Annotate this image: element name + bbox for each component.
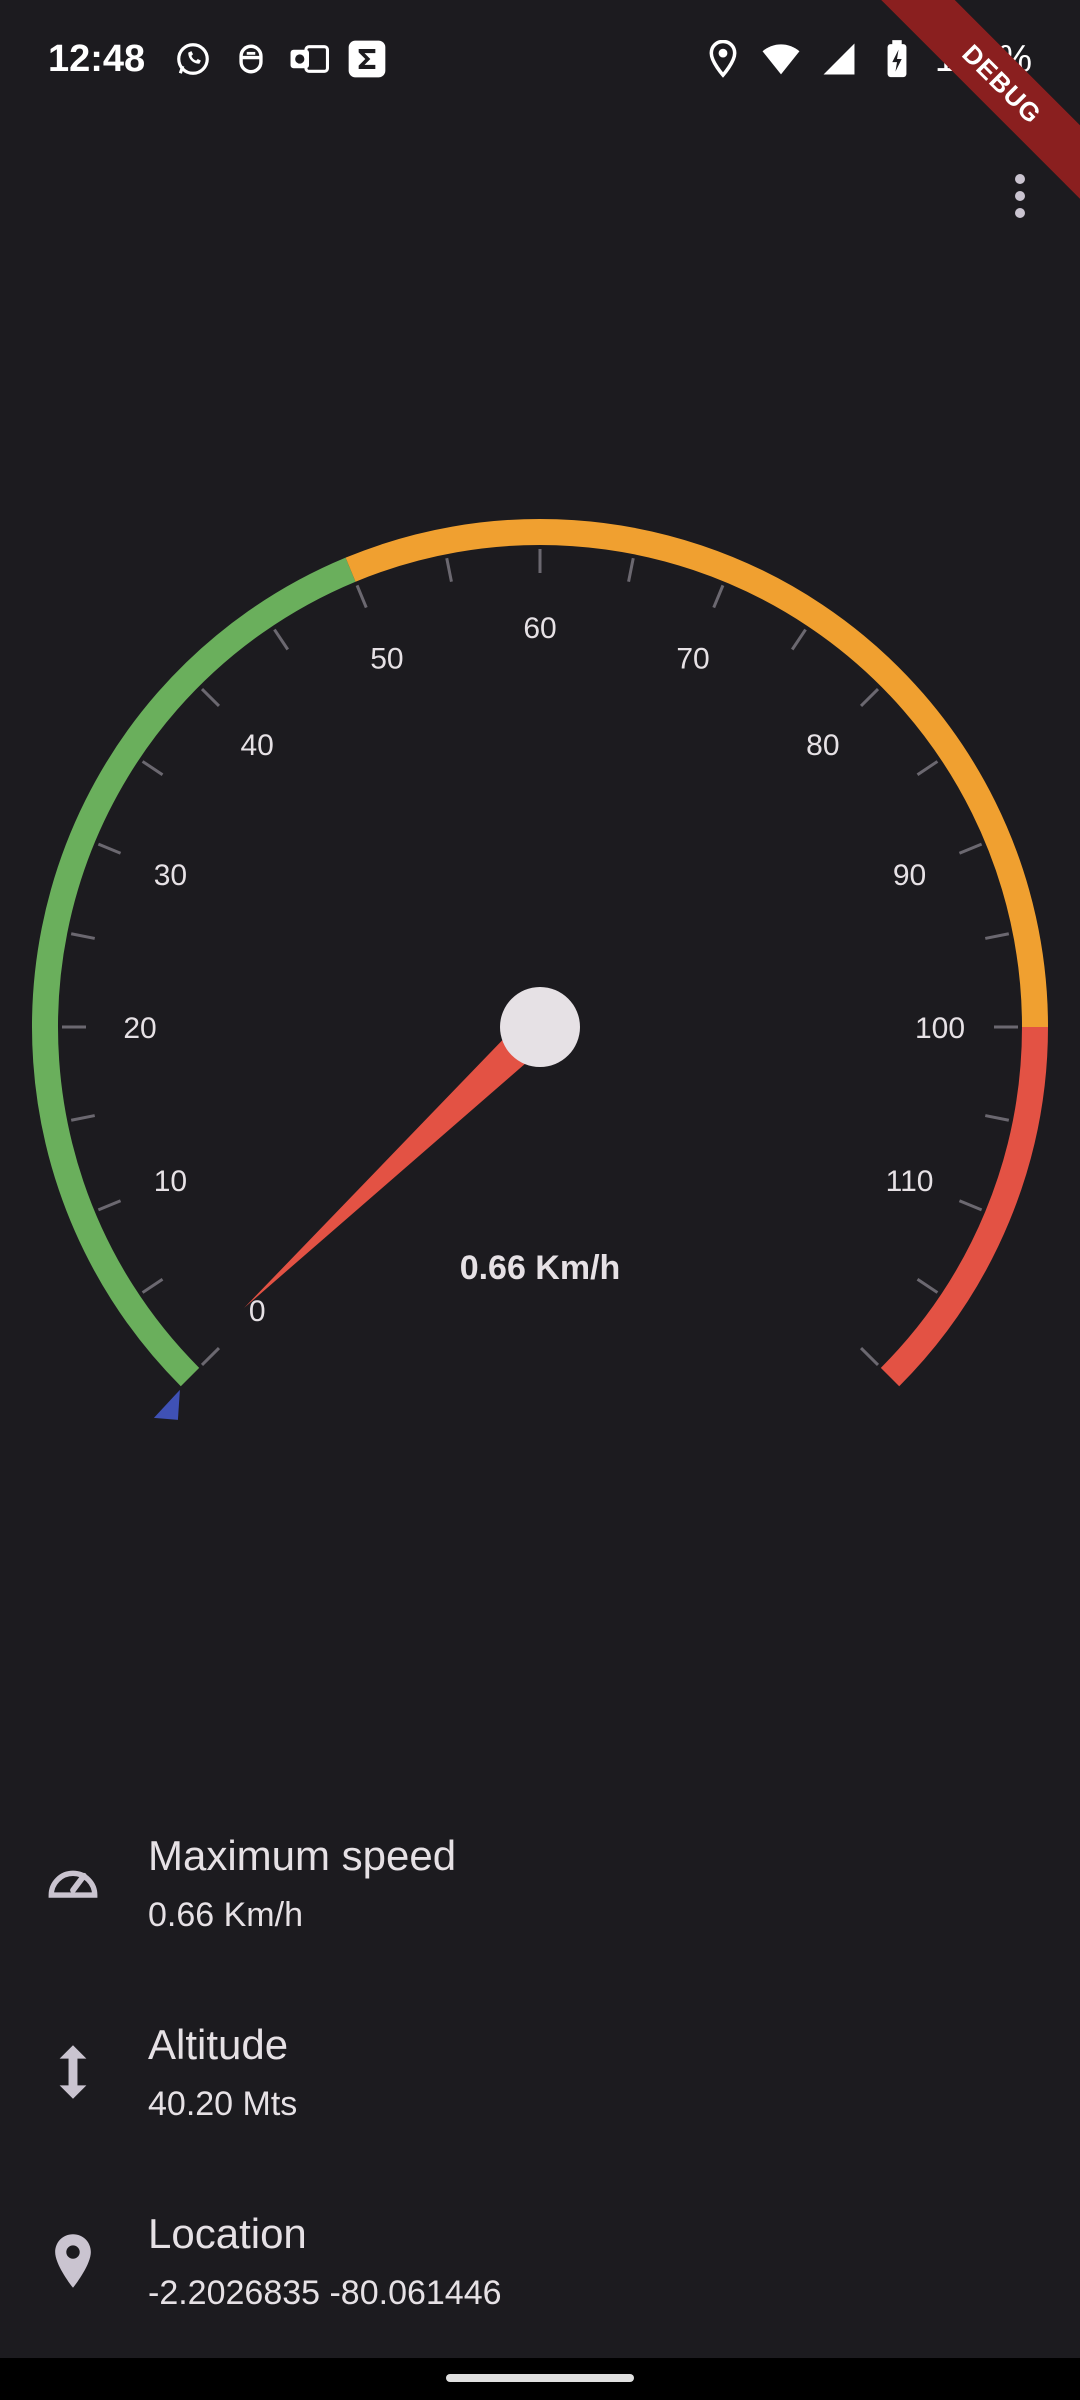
current-value-marker (153, 1389, 180, 1420)
gauge-tick (141, 760, 164, 777)
altitude-value: 40.20 Mts (148, 2085, 298, 2123)
gauge-tick (273, 628, 290, 651)
gauge-tick (200, 687, 221, 708)
altitude-label: Altitude (148, 2021, 289, 2068)
gauge-tick (70, 1114, 96, 1122)
gauge-tick (916, 760, 939, 777)
status-clock: 12:48 (48, 37, 146, 80)
gauge-tick-label: 100 (915, 1012, 965, 1045)
gauge-tick (984, 1114, 1010, 1122)
signal-icon (819, 39, 859, 79)
gauge-tick (200, 1346, 221, 1367)
gauge-tick (70, 932, 96, 940)
gauge-tick-label: 0 (249, 1295, 266, 1328)
gauge-tick-labels: 0 10 20 30 40 50 60 70 80 90 100 110 (123, 612, 965, 1328)
gauge-tick (97, 1199, 122, 1212)
gauge-tick-label: 60 (523, 612, 556, 645)
gauge-tick-label: 50 (370, 642, 403, 675)
gauge-tick (984, 932, 1010, 940)
vertical-arrows-icon (40, 2039, 106, 2105)
gauge-tick-label: 70 (676, 642, 709, 675)
gauge-tick (97, 842, 122, 855)
location-value: -2.2026835 -80.061446 (148, 2274, 502, 2312)
gauge-tick-label: 90 (893, 859, 926, 892)
wifi-icon (761, 39, 801, 79)
navigation-bar (0, 2358, 1080, 2400)
gauge-tick (445, 557, 453, 583)
gauge-tick-label: 110 (886, 1165, 934, 1198)
gauge-tick (859, 687, 880, 708)
current-speed-readout: 0.66 Km/h (459, 1249, 621, 1287)
gauge-tick-label: 30 (154, 859, 187, 892)
gauge-tick (958, 842, 983, 855)
battery-charging-icon (877, 39, 917, 79)
info-item-location: Location -2.2026835 -80.061446 (0, 2178, 1080, 2367)
gauge-tick-label: 10 (154, 1165, 187, 1198)
gauge-tick-label: 20 (123, 1012, 156, 1045)
gauge-tick (958, 1199, 983, 1212)
gauge-tick-label: 80 (806, 729, 839, 762)
info-list: Maximum speed 0.66 Km/h Altitude 40.20 M… (0, 1800, 1080, 2367)
info-item-max-speed: Maximum speed 0.66 Km/h (0, 1800, 1080, 1989)
gauge-tick (859, 1346, 880, 1367)
gauge-range-arc (345, 519, 1048, 1028)
status-left: 12:48 (48, 38, 387, 81)
gauge-tick-label: 40 (240, 729, 273, 762)
gauge-tick (627, 557, 635, 583)
speedometer-gauge: 0 10 20 30 40 50 60 70 80 90 100 110 (32, 519, 1048, 1420)
location-icon (703, 39, 743, 79)
location-pin-icon (40, 2228, 106, 2294)
info-item-altitude: Altitude 40.20 Mts (0, 1989, 1080, 2178)
vpn-icon (289, 39, 330, 79)
gauge-tick (355, 584, 368, 609)
home-gesture-handle[interactable] (446, 2374, 634, 2382)
bug-icon (231, 39, 271, 79)
gauge-hub (500, 987, 580, 1067)
location-label: Location (148, 2210, 307, 2257)
max-speed-label: Maximum speed (148, 1832, 457, 1879)
gauge-tick (790, 628, 807, 651)
whatsapp-icon (173, 39, 213, 79)
sigma-icon (347, 39, 387, 79)
max-speed-value: 0.66 Km/h (148, 1896, 303, 1934)
gauge-tick (712, 584, 725, 609)
speedometer-icon (40, 1850, 106, 1916)
more-options-icon[interactable] (990, 166, 1050, 226)
